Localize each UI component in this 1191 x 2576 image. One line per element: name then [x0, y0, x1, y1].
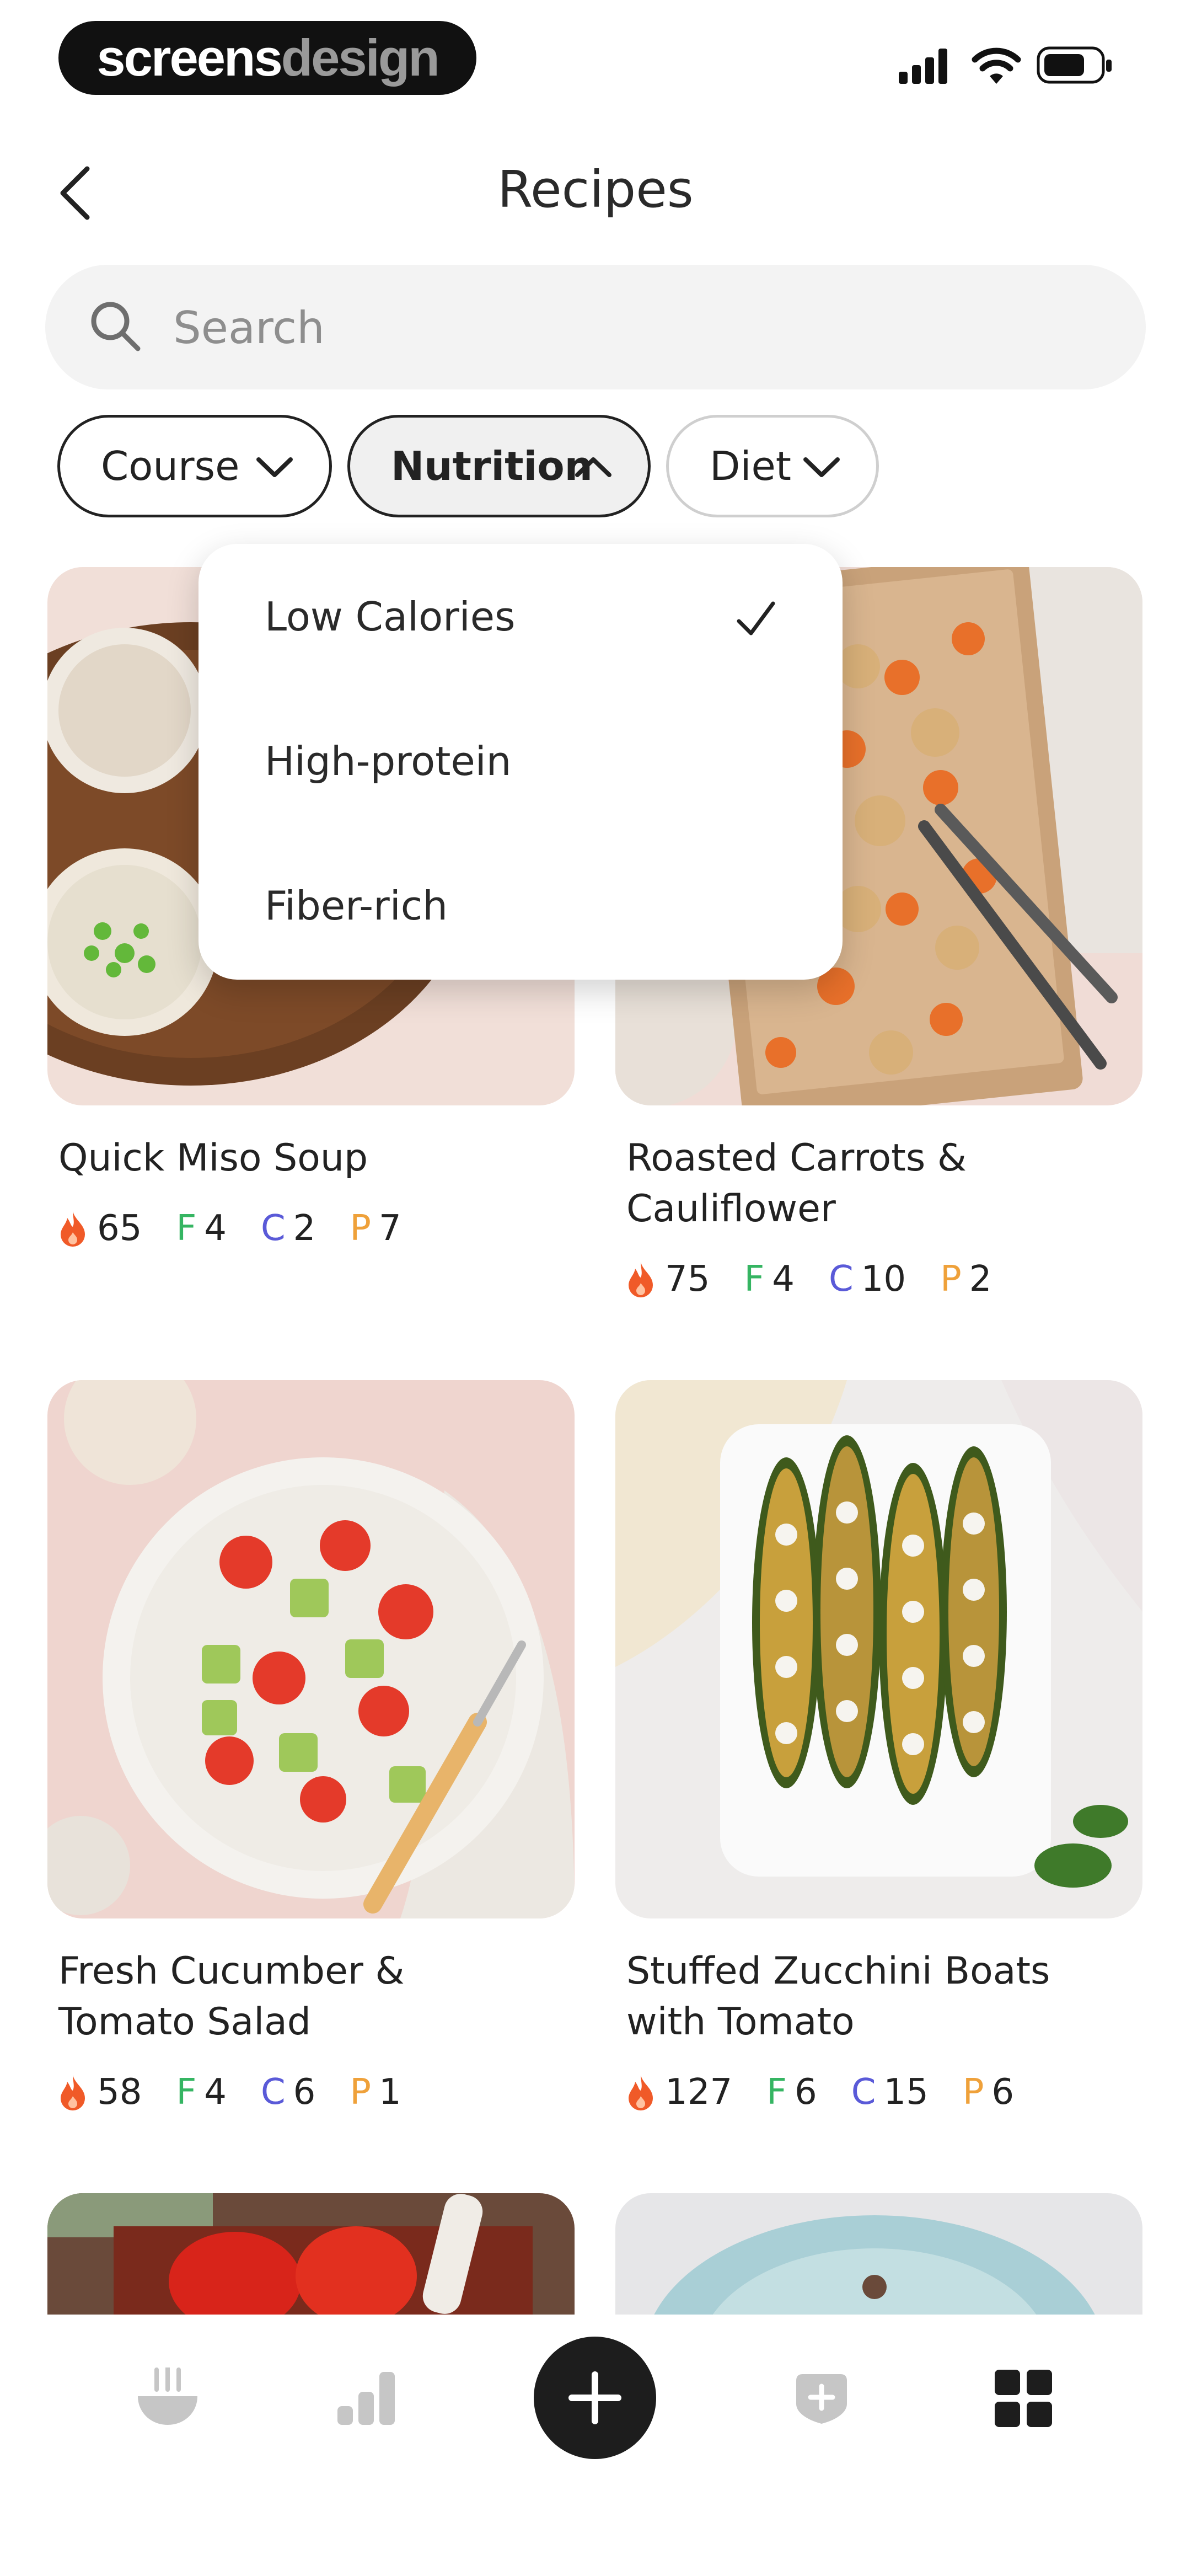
protein-value: 2: [969, 1259, 992, 1300]
carbs-value: 15: [883, 2072, 929, 2113]
recipe-macros: 58 F 4 C 6 P 1: [58, 2072, 401, 2113]
carbs-label: C: [260, 1208, 286, 1249]
recipe-macros: 65 F 4 C 2 P 7: [58, 1208, 401, 1249]
dropdown-item-low-calories[interactable]: Low Calories: [265, 594, 516, 640]
fat-label: F: [176, 1208, 197, 1249]
recipe-title[interactable]: Stuffed Zucchini Boats with Tomato: [626, 1946, 1050, 2048]
fat-value: 4: [204, 2072, 227, 2113]
calories-flame-icon: [61, 2075, 85, 2110]
recipe-macros: 127 F 6 C 15 P 6: [626, 2072, 1014, 2113]
recipe-title[interactable]: Quick Miso Soup: [58, 1133, 368, 1184]
recipe-title-line1: Fresh Cucumber &: [58, 1949, 405, 1993]
wifi-icon: [972, 47, 1021, 84]
search-icon: [91, 302, 141, 351]
fat-value: 4: [204, 1208, 227, 1249]
recipe-title-line1: Roasted Carrots &: [626, 1136, 967, 1180]
carbs-value: 6: [293, 2072, 316, 2113]
page-title: Recipes: [497, 160, 694, 219]
recipe-title[interactable]: Fresh Cucumber & Tomato Salad: [58, 1946, 405, 2048]
fat-value: 4: [772, 1259, 795, 1300]
protein-label: P: [350, 2072, 371, 2113]
recipe-title-line2: Tomato Salad: [58, 2000, 311, 2044]
cucumber-salad-photo: [47, 1380, 575, 1918]
badge-icon[interactable]: [794, 2372, 849, 2425]
calories-flame-icon: [629, 2075, 653, 2110]
search-placeholder: Search: [173, 302, 325, 354]
brand-logo: screens design: [58, 21, 476, 95]
recipe-title-line2: Cauliflower: [626, 1187, 836, 1231]
calories-flame-icon: [61, 1211, 85, 1247]
protein-value: 1: [378, 2072, 401, 2113]
recipe-macros: 75 F 4 C 10 P 2: [626, 1259, 991, 1300]
protein-value: 6: [991, 2072, 1015, 2113]
dropdown-item-high-protein[interactable]: High-protein: [265, 738, 511, 784]
zucchini-boats-photo: [615, 1380, 1142, 1918]
filter-nutrition-label: Nutrition: [391, 443, 593, 489]
filter-diet[interactable]: Diet: [666, 415, 879, 517]
red-pepper-photo: [47, 2193, 575, 2315]
chevron-up-icon: [575, 457, 611, 477]
stats-icon[interactable]: [337, 2370, 395, 2425]
protein-label: P: [962, 2072, 984, 2113]
brand-logo-part2: design: [281, 29, 440, 87]
protein-value: 7: [378, 1208, 401, 1249]
fat-label: F: [176, 2072, 197, 2113]
carbs-label: C: [828, 1259, 854, 1300]
chevron-down-icon: [256, 457, 293, 477]
filter-diet-label: Diet: [710, 443, 791, 489]
calories-value: 127: [665, 2072, 733, 2113]
calories-value: 75: [665, 1259, 710, 1300]
protein-label: P: [350, 1208, 371, 1249]
chevron-down-icon: [803, 457, 840, 477]
carbs-label: C: [260, 2072, 286, 2113]
fat-label: F: [766, 2072, 787, 2113]
recipe-image[interactable]: [47, 1380, 575, 1918]
fat-value: 6: [794, 2072, 817, 2113]
signal-icon: [899, 49, 947, 84]
brand-logo-part1: screens: [96, 29, 282, 87]
carbs-label: C: [851, 2072, 876, 2113]
recipe-image[interactable]: [615, 1380, 1142, 1918]
bowl-dish-photo: [615, 2193, 1142, 2315]
check-icon: [737, 601, 775, 635]
filter-course[interactable]: Course: [57, 415, 332, 517]
recipe-title[interactable]: Roasted Carrots & Cauliflower: [626, 1133, 967, 1234]
bowl-icon[interactable]: [135, 2367, 201, 2428]
recipe-title-line1: Stuffed Zucchini Boats: [626, 1949, 1050, 1993]
calories-value: 65: [97, 1208, 142, 1249]
calories-flame-icon: [629, 1262, 653, 1297]
carbs-value: 2: [293, 1208, 316, 1249]
protein-label: P: [940, 1259, 962, 1300]
recipe-title-line2: with Tomato: [626, 2000, 855, 2044]
battery-icon: [1037, 46, 1112, 84]
carbs-value: 10: [861, 1259, 906, 1300]
fat-label: F: [744, 1259, 765, 1300]
filter-nutrition[interactable]: Nutrition: [347, 415, 651, 517]
grid-icon[interactable]: [995, 2370, 1052, 2427]
filter-course-label: Course: [101, 443, 240, 489]
calories-value: 58: [97, 2072, 142, 2113]
recipe-image[interactable]: [47, 2193, 575, 2315]
add-icon: [568, 2371, 621, 2424]
recipe-image[interactable]: [615, 2193, 1142, 2315]
dropdown-item-fiber-rich[interactable]: Fiber-rich: [265, 883, 448, 929]
